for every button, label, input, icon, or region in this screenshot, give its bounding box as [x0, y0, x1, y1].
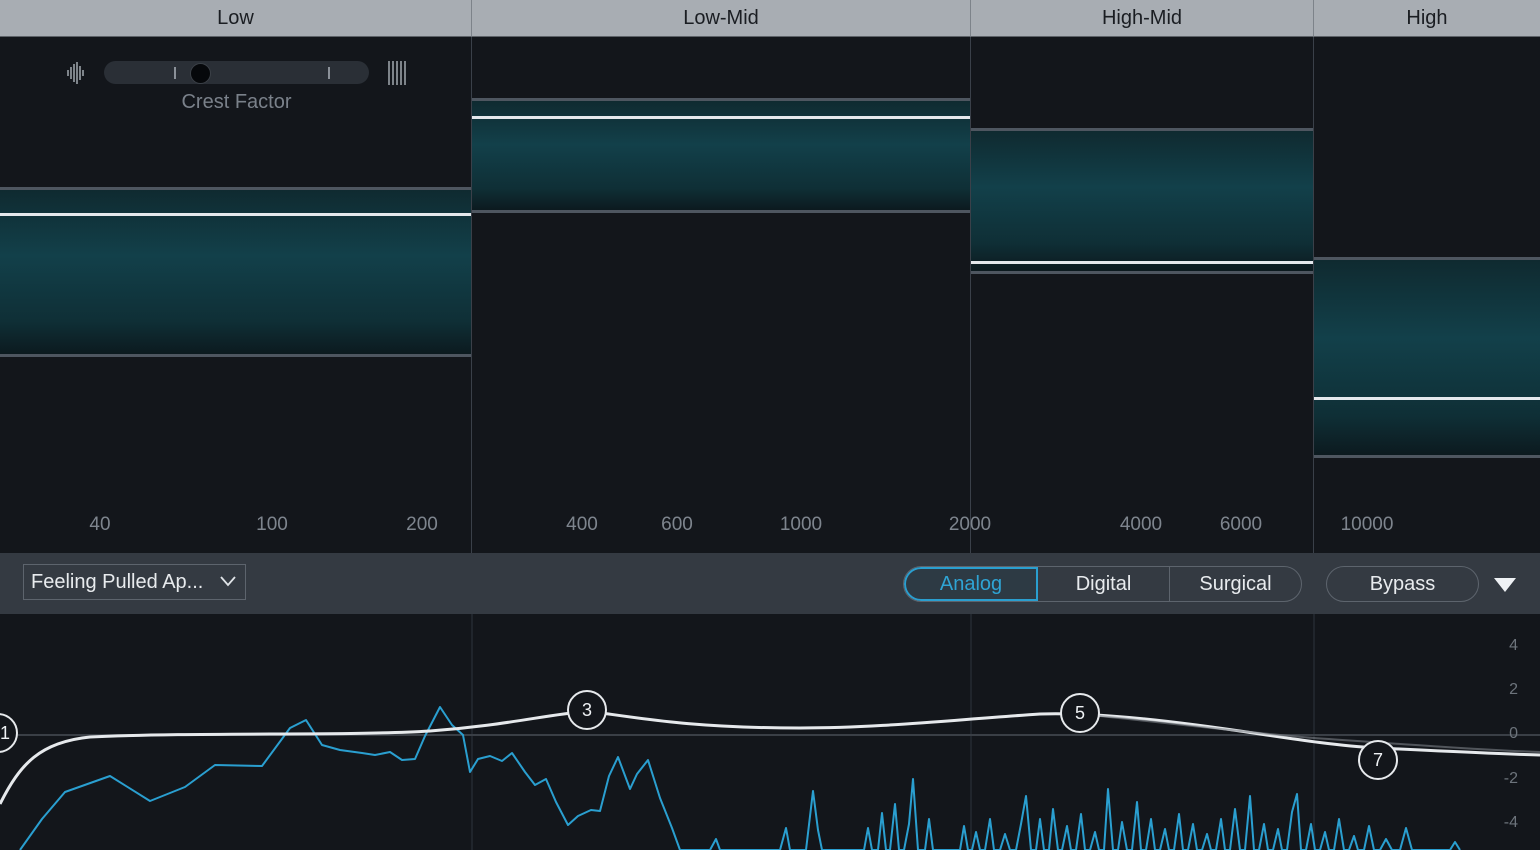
- freq-tick-label: 4000: [1119, 514, 1163, 535]
- band-header-high-mid[interactable]: High-Mid: [971, 0, 1314, 37]
- band-divider[interactable]: [970, 37, 971, 553]
- bypass-label: Bypass: [1369, 572, 1436, 595]
- db-tick-label: -2: [1503, 770, 1518, 787]
- mode-surgical-button[interactable]: Surgical: [1170, 567, 1301, 601]
- eq-node-5[interactable]: 5: [1060, 693, 1100, 733]
- band-title: High: [1406, 6, 1448, 29]
- freq-tick-label: 10000: [1340, 514, 1394, 535]
- band-level-line[interactable]: [1314, 397, 1540, 400]
- mode-digital-button[interactable]: Digital: [1038, 567, 1170, 601]
- band-divider[interactable]: [1313, 37, 1314, 553]
- band-range-box[interactable]: [971, 128, 1314, 274]
- eq-node-3[interactable]: 3: [567, 690, 607, 730]
- band-level-line[interactable]: [971, 261, 1314, 264]
- node-number: 5: [1074, 702, 1085, 723]
- band-header-low[interactable]: Low: [0, 0, 472, 37]
- band-title: Low: [217, 6, 254, 29]
- freq-tick-label: 40: [89, 514, 111, 535]
- mode-selector: Analog Digital Surgical: [903, 566, 1302, 602]
- preset-name: Feeling Pulled Ap...: [31, 570, 204, 593]
- node-number: 7: [1372, 749, 1383, 770]
- node-number: 3: [581, 699, 592, 720]
- db-tick-label: 0: [1509, 725, 1518, 742]
- db-tick-label: 4: [1509, 637, 1518, 654]
- waveform-dense-icon[interactable]: [66, 62, 86, 84]
- band-header-low-mid[interactable]: Low-Mid: [472, 0, 971, 37]
- freq-tick-label: 6000: [1219, 514, 1263, 535]
- crest-factor-thumb[interactable]: [190, 63, 211, 84]
- mode-label: Surgical: [1199, 572, 1272, 595]
- mode-analog-button[interactable]: Analog: [904, 567, 1038, 601]
- crest-factor-label: Crest Factor: [181, 91, 292, 113]
- toolbar: Feeling Pulled Ap... Analog Digital Surg…: [0, 553, 1540, 614]
- bypass-button[interactable]: Bypass: [1326, 566, 1479, 602]
- crest-factor-slider[interactable]: [104, 61, 369, 84]
- triangle-down-icon[interactable]: [1494, 578, 1516, 592]
- freq-tick-label: 2000: [948, 514, 992, 535]
- chevron-down-icon: [220, 576, 236, 587]
- freq-tick-label: 1000: [779, 514, 823, 535]
- spectrum-trace: [19, 706, 1461, 850]
- band-range-box[interactable]: [1314, 257, 1540, 458]
- band-title: High-Mid: [1101, 6, 1183, 29]
- band-title: Low-Mid: [683, 6, 759, 29]
- band-level-line[interactable]: [0, 213, 472, 216]
- band-range-box[interactable]: [0, 187, 472, 357]
- band-header-high[interactable]: High: [1314, 0, 1540, 37]
- node-number: 1: [0, 722, 10, 743]
- mode-label: Analog: [939, 572, 1003, 595]
- eq-curve: [0, 709, 1540, 805]
- band-region-low-mid[interactable]: [472, 37, 971, 553]
- crest-factor-control: Crest Factor: [64, 58, 414, 118]
- band-divider[interactable]: [471, 37, 472, 553]
- band-level-line[interactable]: [472, 116, 971, 119]
- freq-tick-label: 600: [661, 514, 693, 535]
- freq-tick-label: 400: [566, 514, 598, 535]
- eq-graph: [0, 614, 1540, 850]
- db-tick-label: -4: [1503, 814, 1518, 831]
- slider-tick: [328, 67, 330, 79]
- preset-dropdown[interactable]: Feeling Pulled Ap...: [23, 564, 246, 600]
- slider-tick: [174, 67, 176, 79]
- db-tick-label: 2: [1509, 681, 1518, 698]
- band-region-high[interactable]: [1314, 37, 1540, 553]
- eq-display[interactable]: 1 3 5 7 4 2 0 -2 -4: [0, 614, 1540, 850]
- mode-label: Digital: [1075, 572, 1132, 595]
- eq-node-7[interactable]: 7: [1358, 740, 1398, 780]
- freq-tick-label: 200: [406, 514, 438, 535]
- band-region-high-mid[interactable]: [971, 37, 1314, 553]
- waveform-sparse-icon[interactable]: [387, 61, 407, 85]
- freq-tick-label: 100: [256, 514, 288, 535]
- band-range-box[interactable]: [472, 98, 971, 213]
